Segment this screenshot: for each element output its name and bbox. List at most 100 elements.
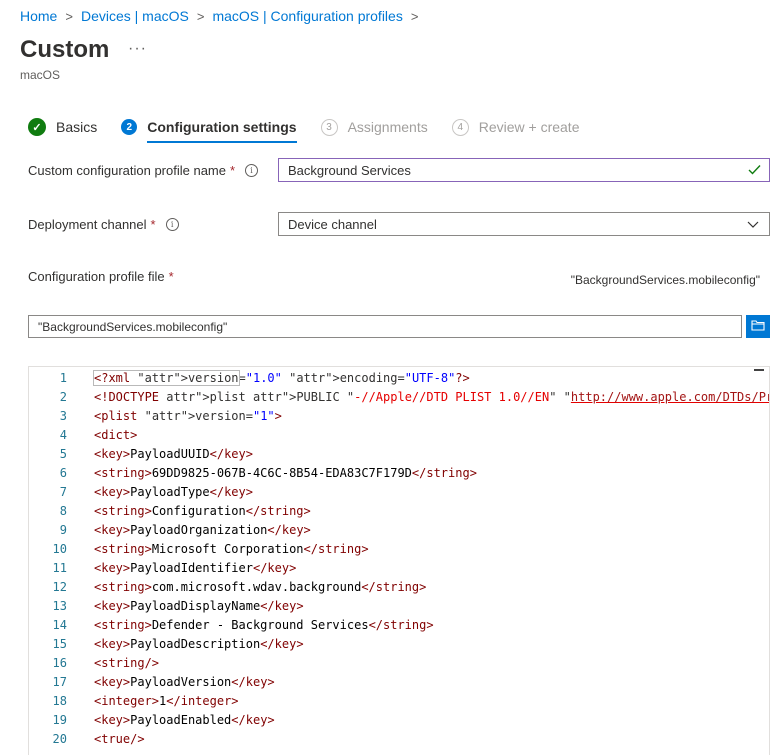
step-number: 3	[320, 118, 338, 136]
line-number: 19	[52, 713, 67, 727]
line-number: 8	[59, 504, 67, 518]
required-marker: *	[230, 163, 236, 178]
deployment-channel-select[interactable]: Device channel	[278, 212, 770, 236]
breadcrumb-separator: >	[196, 8, 205, 24]
code-text: <key>PayloadDescription</key>	[94, 637, 304, 651]
code-line: 11 <key>PayloadIdentifier</key>	[29, 559, 769, 578]
line-number: 17	[52, 675, 67, 689]
code-text: <plist "attr">version="1">	[94, 409, 282, 423]
more-options-button[interactable]: ···	[128, 40, 147, 58]
code-line: 8 <string>Configuration</string>	[29, 502, 769, 521]
line-number: 9	[59, 523, 67, 537]
code-line: 19 <key>PayloadEnabled</key>	[29, 711, 769, 730]
code-text: <dict>	[94, 428, 138, 442]
code-text: <integer>1</integer>	[94, 694, 239, 708]
code-text: <key>PayloadType</key>	[94, 485, 253, 499]
step-configuration-settings[interactable]: 2 Configuration settings	[121, 119, 297, 143]
line-number: 11	[52, 561, 67, 575]
scrollbar-indicator[interactable]	[754, 369, 764, 371]
breadcrumb: Home > Devices | macOS > macOS | Configu…	[20, 8, 426, 24]
deployment-channel-value: Device channel	[288, 216, 377, 232]
code-text: <string>com.microsoft.wdav.background</s…	[94, 580, 427, 594]
code-text: <key>PayloadIdentifier</key>	[94, 561, 297, 575]
step-review-create[interactable]: 4 Review + create	[451, 118, 580, 136]
code-text: <string>Microsoft Corporation</string>	[94, 542, 369, 556]
page-subtitle: macOS	[20, 68, 61, 82]
code-line: 20 <true/>	[29, 730, 769, 749]
line-number: 4	[59, 428, 67, 442]
code-line: 16 <string/>	[29, 654, 769, 673]
line-number: 20	[52, 732, 67, 746]
line-number: 13	[52, 599, 67, 613]
code-line: 3 <plist "attr">version="1">	[29, 407, 769, 426]
code-text: <!DOCTYPE attr">plist attr">PUBLIC "-//A…	[94, 390, 770, 404]
code-line: 6 <string>69DD9825-067B-4C6C-8B54-EDA83C7…	[29, 464, 769, 483]
chevron-down-icon	[747, 218, 759, 230]
folder-icon	[751, 318, 765, 336]
profile-name-input[interactable]: Background Services	[278, 158, 770, 182]
line-number: 14	[52, 618, 67, 632]
profile-file-label: Configuration profile file *	[28, 269, 174, 284]
step-label: Basics	[56, 119, 98, 135]
code-line: 5 <key>PayloadUUID</key>	[29, 445, 769, 464]
profile-file-input[interactable]: "BackgroundServices.mobileconfig"	[28, 315, 742, 338]
code-line: 17 <key>PayloadVersion</key>	[29, 673, 769, 692]
code-text: <key>PayloadOrganization</key>	[94, 523, 311, 537]
page-title: Custom	[20, 36, 110, 63]
code-text: <key>PayloadUUID</key>	[94, 447, 253, 461]
checkmark-icon	[748, 162, 761, 178]
step-label: Assignments	[347, 119, 428, 135]
line-number: 12	[52, 580, 67, 594]
deployment-channel-label: Deployment channel * i	[28, 217, 179, 232]
line-number: 7	[59, 485, 67, 499]
required-marker: *	[150, 217, 156, 232]
breadcrumb-devices-macos[interactable]: Devices | macOS	[81, 8, 189, 24]
code-line: 18 <integer>1</integer>	[29, 692, 769, 711]
code-text: <string>69DD9825-067B-4C6C-8B54-EDA83C7F…	[94, 466, 477, 480]
code-text: <true/>	[94, 732, 145, 746]
code-text: <key>PayloadVersion</key>	[94, 675, 275, 689]
line-number: 10	[52, 542, 67, 556]
step-number: 2	[121, 119, 138, 135]
step-number: 4	[451, 118, 469, 136]
code-text: <string/>	[94, 656, 160, 670]
info-icon[interactable]: i	[165, 218, 179, 231]
info-icon[interactable]: i	[245, 164, 259, 177]
code-text: <string>Defender - Background Services</…	[94, 618, 434, 632]
deployment-channel-label-text: Deployment channel	[28, 217, 147, 232]
code-line: 14 <string>Defender - Background Services…	[29, 616, 769, 635]
code-line: 4 <dict>	[29, 426, 769, 445]
line-number: 2	[59, 390, 67, 404]
required-marker: *	[168, 269, 174, 284]
breadcrumb-home[interactable]: Home	[20, 8, 57, 24]
profile-file-label-text: Configuration profile file	[28, 269, 165, 284]
checkmark-icon: ✓	[28, 118, 46, 136]
code-line: 15 <key>PayloadDescription</key>	[29, 635, 769, 654]
code-line: 13 <key>PayloadDisplayName</key>	[29, 597, 769, 616]
breadcrumb-separator: >	[65, 8, 73, 24]
profile-name-value: Background Services	[288, 162, 411, 178]
line-number: 1	[59, 371, 67, 385]
line-number: 16	[52, 656, 67, 670]
profile-file-name: "BackgroundServices.mobileconfig"	[570, 273, 760, 287]
code-editor[interactable]: 1 <?xml "attr">version="1.0" "attr">encod…	[28, 366, 770, 755]
step-basics[interactable]: ✓ Basics	[28, 118, 97, 136]
profile-file-input-value: "BackgroundServices.mobileconfig"	[38, 319, 228, 334]
wizard-steps: ✓ Basics 2 Configuration settings 3 Assi…	[28, 118, 604, 143]
breadcrumb-configuration-profiles[interactable]: macOS | Configuration profiles	[212, 8, 402, 24]
code-lines: 1 <?xml "attr">version="1.0" "attr">encod…	[29, 367, 769, 749]
profile-name-label: Custom configuration profile name * i	[28, 163, 259, 178]
step-assignments[interactable]: 3 Assignments	[320, 118, 428, 136]
code-text: <string>Configuration</string>	[94, 504, 311, 518]
code-text: <key>PayloadDisplayName</key>	[94, 599, 304, 613]
browse-file-button[interactable]	[746, 315, 770, 338]
breadcrumb-separator: >	[410, 8, 419, 24]
code-text: <?xml "attr">version="1.0" "attr">encodi…	[93, 370, 470, 386]
line-number: 6	[59, 466, 67, 480]
code-text: <key>PayloadEnabled</key>	[94, 713, 275, 727]
line-number: 3	[59, 409, 67, 423]
code-line: 1 <?xml "attr">version="1.0" "attr">encod…	[29, 369, 769, 388]
line-number: 15	[52, 637, 67, 651]
step-label: Configuration settings	[147, 119, 297, 143]
step-label: Review + create	[478, 119, 580, 135]
